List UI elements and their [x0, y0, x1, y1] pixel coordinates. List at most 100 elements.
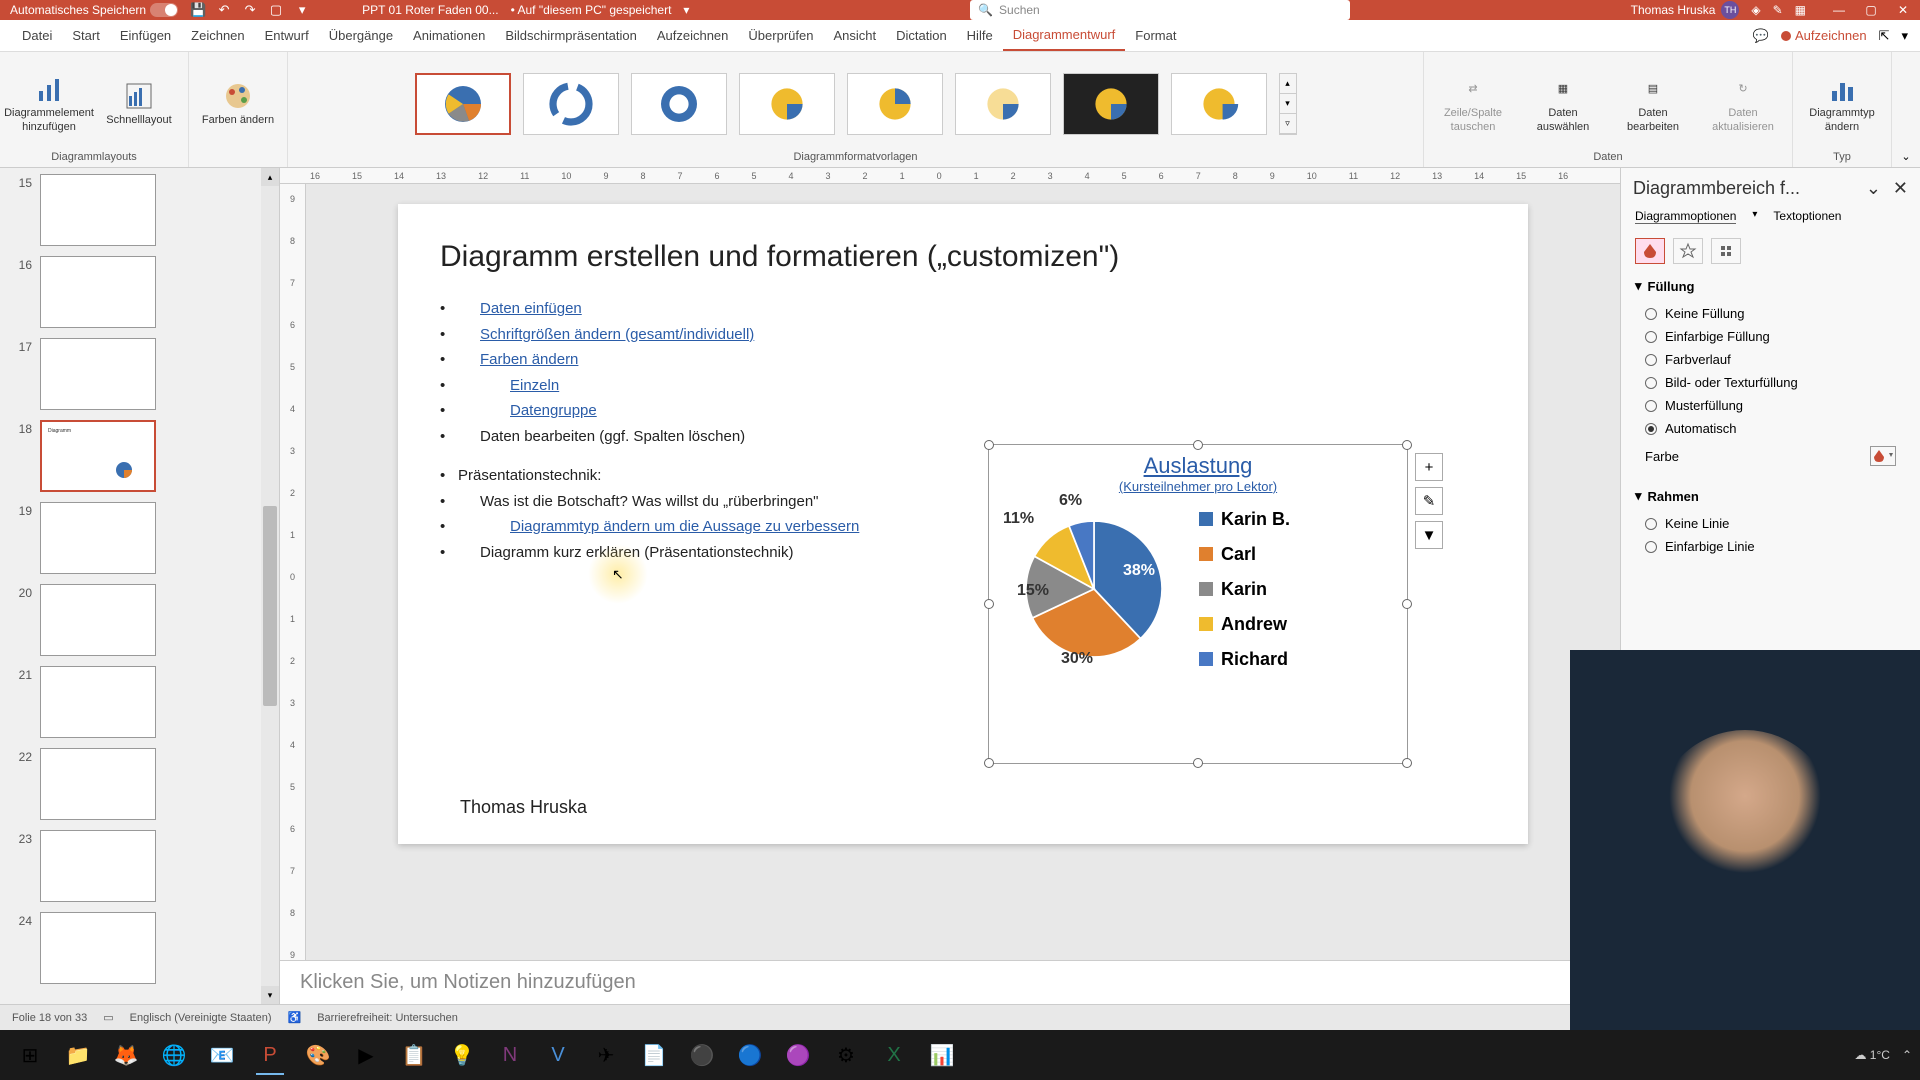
settings-icon[interactable]: ⚙: [824, 1035, 868, 1075]
fill-option[interactable]: Bild- oder Texturfüllung: [1635, 371, 1906, 394]
tab-einfuegen[interactable]: Einfügen: [110, 20, 181, 51]
tab-ansicht[interactable]: Ansicht: [823, 20, 886, 51]
chart-filter-icon[interactable]: ▼: [1415, 521, 1443, 549]
fill-option[interactable]: Keine Füllung: [1635, 302, 1906, 325]
more-icon[interactable]: ▾: [294, 2, 310, 18]
color-picker-button[interactable]: [1870, 446, 1896, 466]
border-option[interactable]: Keine Linie: [1635, 512, 1906, 535]
pane-tab-text[interactable]: Textoptionen: [1773, 209, 1841, 224]
tab-entwurf[interactable]: Entwurf: [255, 20, 319, 51]
tab-animationen[interactable]: Animationen: [403, 20, 495, 51]
tray-expand-icon[interactable]: ⌃: [1902, 1048, 1912, 1062]
slide-counter[interactable]: Folie 18 von 33: [12, 1012, 87, 1024]
comments-icon[interactable]: 💬: [1753, 28, 1769, 44]
dropdown-icon[interactable]: ▾: [683, 3, 689, 17]
slide[interactable]: Diagramm erstellen und formatieren („cus…: [398, 204, 1528, 844]
chart-style-6[interactable]: [955, 73, 1051, 135]
slideshow-icon[interactable]: ▢: [268, 2, 284, 18]
explorer-icon[interactable]: 📁: [56, 1035, 100, 1075]
slide-thumbnail-16[interactable]: 16: [10, 256, 257, 328]
app-icon[interactable]: 🟣: [776, 1035, 820, 1075]
app-icon[interactable]: 📊: [920, 1035, 964, 1075]
slide-thumbnail-19[interactable]: 19: [10, 502, 257, 574]
app-icon[interactable]: 💡: [440, 1035, 484, 1075]
chart-style-7[interactable]: [1063, 73, 1159, 135]
user-account[interactable]: Thomas Hruska TH: [1631, 1, 1740, 19]
accessibility-status[interactable]: Barrierefreiheit: Untersuchen: [317, 1012, 458, 1024]
chart-add-element-icon[interactable]: +: [1415, 453, 1443, 481]
tab-datei[interactable]: Datei: [12, 20, 62, 51]
tab-diagrammentwurf[interactable]: Diagrammentwurf: [1003, 20, 1126, 51]
thumb-preview[interactable]: [40, 830, 156, 902]
chart-object[interactable]: Auslastung (Kursteilnehmer pro Lektor) 3…: [988, 444, 1408, 764]
thumb-preview[interactable]: [40, 748, 156, 820]
pen-icon[interactable]: ✎: [1773, 3, 1783, 17]
styles-scroll[interactable]: ▴▾▿: [1279, 73, 1297, 135]
share-icon[interactable]: ⇱: [1879, 28, 1890, 44]
chevron-down-icon[interactable]: ▾: [1901, 28, 1908, 44]
tab-format[interactable]: Format: [1125, 20, 1186, 51]
chart-style-4[interactable]: [739, 73, 835, 135]
tab-bildschirm[interactable]: Bildschirmpräsentation: [495, 20, 647, 51]
effects-tab-icon[interactable]: [1673, 238, 1703, 264]
add-chart-element-button[interactable]: Diagrammelement hinzufügen: [10, 73, 88, 133]
tab-aufzeichnen[interactable]: Aufzeichnen: [647, 20, 739, 51]
calendar-icon[interactable]: ▦: [1795, 3, 1806, 17]
legend-item[interactable]: Richard: [1199, 649, 1290, 670]
slide-thumbnail-20[interactable]: 20: [10, 584, 257, 656]
legend-item[interactable]: Karin: [1199, 579, 1290, 600]
thumb-preview[interactable]: [40, 174, 156, 246]
chart-style-1[interactable]: [415, 73, 511, 135]
language-icon[interactable]: ▭: [103, 1011, 113, 1024]
app-icon[interactable]: V: [536, 1035, 580, 1075]
app-icon[interactable]: 🎨: [296, 1035, 340, 1075]
slide-thumbnail-17[interactable]: 17: [10, 338, 257, 410]
autosave-switch-icon[interactable]: [150, 3, 178, 17]
pane-tab-options[interactable]: Diagrammoptionen: [1635, 209, 1736, 224]
tab-zeichnen[interactable]: Zeichnen: [181, 20, 254, 51]
slide-thumbnail-24[interactable]: 24: [10, 912, 257, 984]
diamond-icon[interactable]: ◈: [1751, 3, 1760, 17]
record-button[interactable]: Aufzeichnen: [1781, 28, 1867, 43]
weather-icon[interactable]: ☁ 1°C: [1854, 1048, 1889, 1062]
language-status[interactable]: Englisch (Vereinigte Staaten): [130, 1012, 272, 1024]
app-icon[interactable]: 📋: [392, 1035, 436, 1075]
save-location[interactable]: • Auf "diesem PC" gespeichert: [511, 3, 672, 17]
quick-layout-button[interactable]: Schnelllayout: [100, 80, 178, 127]
bullet-link[interactable]: Diagrammtyp ändern um die Aussage zu ver…: [510, 518, 859, 535]
scroll-down-icon[interactable]: ▾: [261, 986, 279, 1004]
slide-thumbnail-23[interactable]: 23: [10, 830, 257, 902]
autosave-toggle[interactable]: Automatisches Speichern: [10, 3, 178, 17]
thumb-preview[interactable]: [40, 256, 156, 328]
chevron-down-icon[interactable]: ▾: [1752, 209, 1757, 224]
chart-style-2[interactable]: [523, 73, 619, 135]
tab-start[interactable]: Start: [62, 20, 109, 51]
tab-hilfe[interactable]: Hilfe: [957, 20, 1003, 51]
thumb-preview[interactable]: [40, 502, 156, 574]
bullet-link[interactable]: Farben ändern: [480, 351, 578, 368]
chart-style-3[interactable]: [631, 73, 727, 135]
bullet-link[interactable]: Daten einfügen: [480, 300, 582, 317]
fill-option[interactable]: Automatisch: [1635, 417, 1906, 440]
change-colors-button[interactable]: Farben ändern: [199, 80, 277, 127]
fill-line-tab-icon[interactable]: [1635, 238, 1665, 264]
minimize-icon[interactable]: —: [1832, 3, 1846, 17]
save-icon[interactable]: 💾: [190, 2, 206, 18]
thumb-preview[interactable]: Diagramm: [40, 420, 156, 492]
edit-data-button[interactable]: ▤Daten bearbeiten: [1614, 73, 1692, 133]
slide-title[interactable]: Diagramm erstellen und formatieren („cus…: [440, 240, 1486, 274]
accessibility-icon[interactable]: ♿: [288, 1011, 302, 1024]
slide-thumbnail-22[interactable]: 22: [10, 748, 257, 820]
legend-item[interactable]: Karin B.: [1199, 509, 1290, 530]
vlc-icon[interactable]: ▶: [344, 1035, 388, 1075]
chart-style-icon[interactable]: ✎: [1415, 487, 1443, 515]
firefox-icon[interactable]: 🦊: [104, 1035, 148, 1075]
redo-icon[interactable]: ↷: [242, 2, 258, 18]
powerpoint-icon[interactable]: P: [248, 1035, 292, 1075]
obs-icon[interactable]: ⚫: [680, 1035, 724, 1075]
outlook-icon[interactable]: 📧: [200, 1035, 244, 1075]
chart-style-8[interactable]: [1171, 73, 1267, 135]
fill-option[interactable]: Einfarbige Füllung: [1635, 325, 1906, 348]
slide-thumbnail-21[interactable]: 21: [10, 666, 257, 738]
fill-option[interactable]: Farbverlauf: [1635, 348, 1906, 371]
